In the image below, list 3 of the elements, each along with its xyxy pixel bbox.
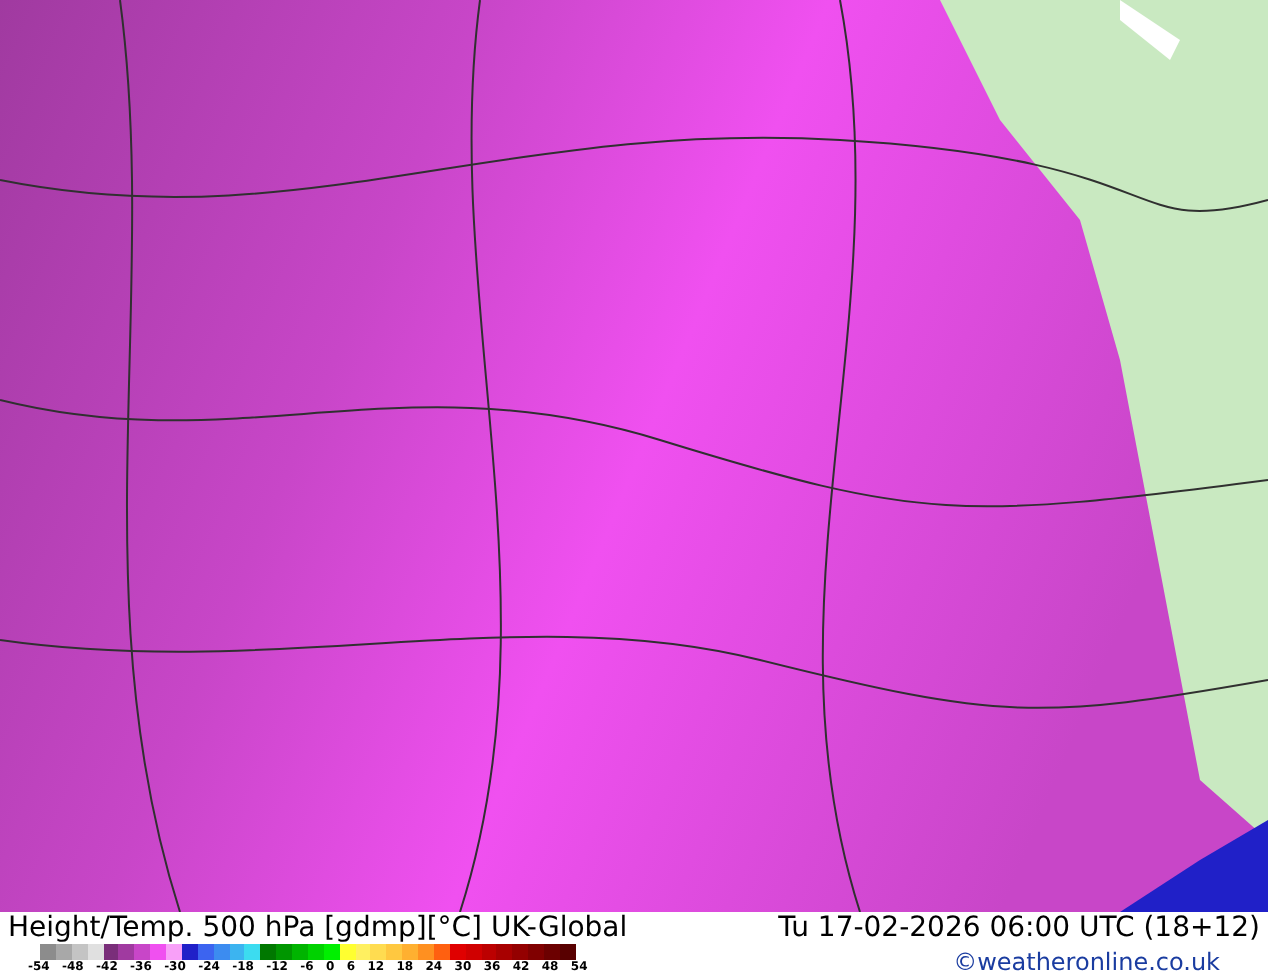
chart-title: Height/Temp. 500 hPa [gdmp][°C] UK-Global — [8, 912, 628, 944]
forecast-time: Tu 17-02-2026 06:00 UTC (18+12) — [778, 912, 1260, 944]
credit-link[interactable]: ©weatheronline.co.uk — [953, 944, 1220, 980]
